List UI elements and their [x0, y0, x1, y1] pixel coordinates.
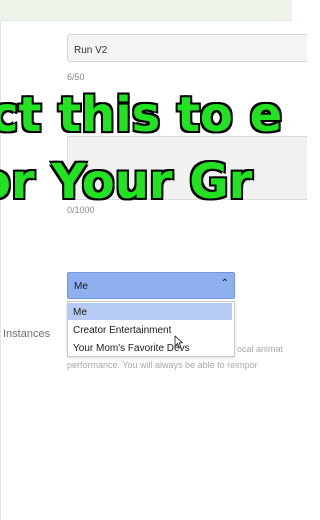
creator-option-creator-entertainment[interactable]: Creator Entertainment	[68, 321, 232, 338]
chevron-up-icon: ⌃	[220, 278, 229, 289]
creator-select[interactable]: Me ⌃	[67, 272, 235, 299]
animation-name-input[interactable]: Run V2	[67, 34, 307, 62]
creator-dropdown-list: Me Creator Entertainment Your Mom's Favo…	[67, 301, 235, 357]
creator-select-value: Me	[74, 281, 88, 292]
name-char-counter: 6/50	[67, 72, 85, 82]
creator-option-me[interactable]: Me	[68, 303, 232, 320]
instances-label: Instances	[3, 328, 51, 340]
mouse-cursor-icon	[174, 335, 183, 349]
help-text-line-1: ocal animat	[237, 344, 284, 354]
caption-line-2: or Your Gr	[0, 155, 253, 209]
top-strip	[0, 0, 292, 21]
creator-option-your-moms-favorite-devs[interactable]: Your Mom's Favorite Devs	[68, 339, 232, 356]
caption-line-1: ct this to e	[0, 88, 283, 142]
animation-name-value: Run V2	[74, 45, 108, 56]
help-text-line-2: performance. You will always be able to …	[67, 360, 258, 370]
